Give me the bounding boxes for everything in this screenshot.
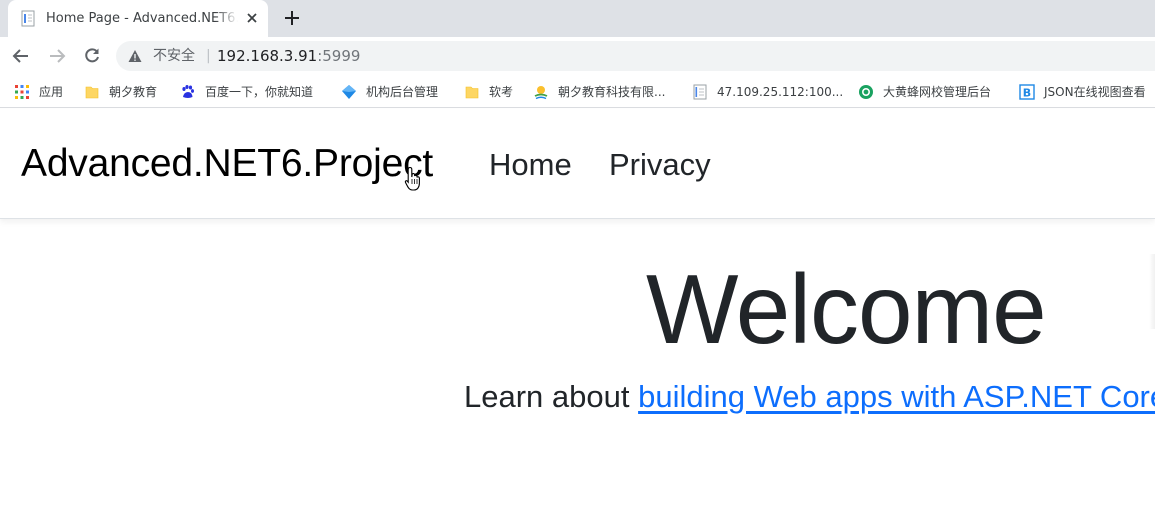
viewport-edge-shadow <box>1149 254 1155 329</box>
bookmark-bumblebee-admin[interactable]: 大黄蜂网校管理后台 <box>858 83 991 101</box>
folder-icon <box>85 86 99 99</box>
nav-link-home[interactable]: Home <box>489 146 572 184</box>
bookmark-baidu[interactable]: 百度一下，你就知道 <box>180 83 313 101</box>
bookmark-zhaoxi-tech[interactable]: 朝夕教育科技有限... <box>533 83 665 101</box>
url-port: :5999 <box>317 47 361 65</box>
address-separator: | <box>206 48 211 64</box>
page-viewport: Advanced.NET6.Project Home Privacy Welco… <box>0 109 1155 515</box>
bookmark-label: JSON在线视图查看 <box>1044 85 1146 99</box>
bookmark-label: 大黄蜂网校管理后台 <box>883 85 992 99</box>
site-brand-link[interactable]: Advanced.NET6.Project <box>21 141 433 187</box>
svg-text:B: B <box>1023 87 1031 100</box>
apps-grid-icon <box>15 85 29 99</box>
bookmark-ip-address[interactable]: 47.109.25.112:100... <box>692 83 843 101</box>
bookmark-zhaoxi-education[interactable]: 朝夕教育 <box>84 83 157 101</box>
nav-link-privacy[interactable]: Privacy <box>609 146 711 184</box>
bookmark-label: 软考 <box>489 85 514 99</box>
forward-arrow-icon[interactable] <box>47 46 67 66</box>
bookmarks-bar: 应用 朝夕教育 百度一下，你就知道 机构后台管理 软考 朝夕教育科技有限... … <box>0 75 1155 108</box>
bookmark-apps[interactable]: 应用 <box>14 83 63 101</box>
learn-about-paragraph: Learn about building Web apps with ASP.N… <box>464 377 1155 417</box>
hand-cursor-icon <box>404 166 420 191</box>
address-bar[interactable]: 不安全 | 192.168.3.91:5999 <box>116 41 1155 71</box>
browser-toolbar: 不安全 | 192.168.3.91:5999 <box>0 37 1155 75</box>
learn-prefix: Learn about <box>464 379 639 414</box>
bookmark-json-viewer[interactable]: B JSON在线视图查看 <box>1019 83 1146 101</box>
reload-icon[interactable] <box>82 46 102 66</box>
bookmark-label: 朝夕教育 <box>109 85 158 99</box>
json-b-icon: B <box>1019 84 1035 100</box>
close-icon[interactable] <box>244 10 260 26</box>
url-text[interactable]: 192.168.3.91:5999 <box>217 47 360 65</box>
folder-icon <box>465 86 479 99</box>
baidu-paw-icon <box>182 85 194 98</box>
bookmark-label: 47.109.25.112:100... <box>717 85 844 99</box>
new-tab-plus-icon[interactable] <box>282 8 302 28</box>
aspnet-docs-link[interactable]: building Web apps with ASP.NET Core <box>638 379 1155 414</box>
tab-title: Home Page - Advanced.NET6.Project <box>46 11 238 26</box>
not-secure-label[interactable]: 不安全 <box>153 47 195 65</box>
sun-logo-icon <box>534 86 548 100</box>
browser-tab-strip: Home Page - Advanced.NET6.Project <box>0 0 1155 37</box>
bookmark-label: 应用 <box>39 85 64 99</box>
green-circle-icon <box>859 85 873 99</box>
welcome-heading: Welcome <box>646 254 1047 364</box>
page-icon <box>693 84 707 100</box>
url-host: 192.168.3.91 <box>217 47 318 65</box>
diamond-site-icon <box>342 85 356 99</box>
warning-triangle-icon[interactable] <box>128 49 142 63</box>
back-arrow-icon[interactable] <box>11 46 31 66</box>
browser-tab-active[interactable]: Home Page - Advanced.NET6.Project <box>8 0 268 37</box>
bookmark-admin-backend[interactable]: 机构后台管理 <box>341 83 438 101</box>
bookmark-label: 机构后台管理 <box>366 85 439 99</box>
bookmark-ruankao[interactable]: 软考 <box>464 83 513 101</box>
bookmark-label: 百度一下，你就知道 <box>205 85 314 99</box>
site-navbar: Advanced.NET6.Project Home Privacy <box>0 109 1155 219</box>
page-icon <box>21 10 35 27</box>
bookmark-label: 朝夕教育科技有限... <box>558 85 666 99</box>
